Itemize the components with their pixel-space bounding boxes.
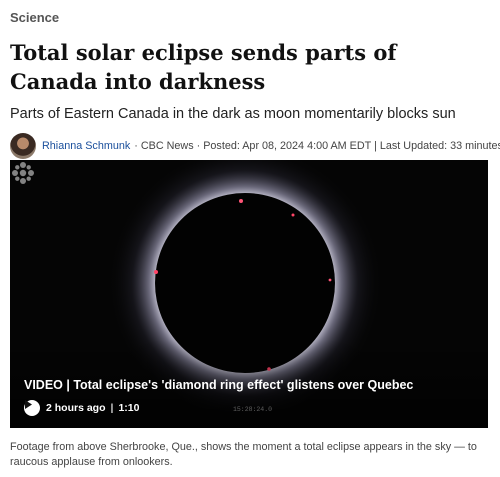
video-title[interactable]: VIDEO | Total eclipse's 'diamond ring ef… <box>24 378 474 392</box>
video-player[interactable]: VIDEO | Total eclipse's 'diamond ring ef… <box>10 160 488 428</box>
video-controls: 2 hours ago | 1:10 <box>24 400 139 416</box>
video-caption: Footage from above Sherbrooke, Que., sho… <box>10 441 477 468</box>
author-link[interactable]: Rhianna Schmunk <box>42 140 130 152</box>
video-timestamp: 15:28:24.0 <box>233 406 273 413</box>
prominence <box>328 278 332 282</box>
article-headline: Total solar eclipse sends parts of Canad… <box>10 40 397 94</box>
video-duration: 1:10 <box>118 402 140 414</box>
article-subheadline: Parts of Eastern Canada in the dark as m… <box>10 106 456 122</box>
byline: Rhianna Schmunk · CBC News · Posted: Apr… <box>10 132 500 160</box>
play-icon <box>25 400 32 409</box>
prominence <box>154 270 158 274</box>
author-avatar[interactable] <box>10 133 36 159</box>
video-posted: 2 hours ago <box>46 402 106 414</box>
video-separator: | <box>110 402 114 414</box>
prominence <box>291 213 295 217</box>
section-category[interactable]: Science <box>10 10 59 25</box>
cbc-gem-logo <box>12 162 34 184</box>
prominence <box>239 199 243 203</box>
play-button[interactable] <box>24 400 40 416</box>
byline-meta: · CBC News · Posted: Apr 08, 2024 4:00 A… <box>134 140 500 152</box>
